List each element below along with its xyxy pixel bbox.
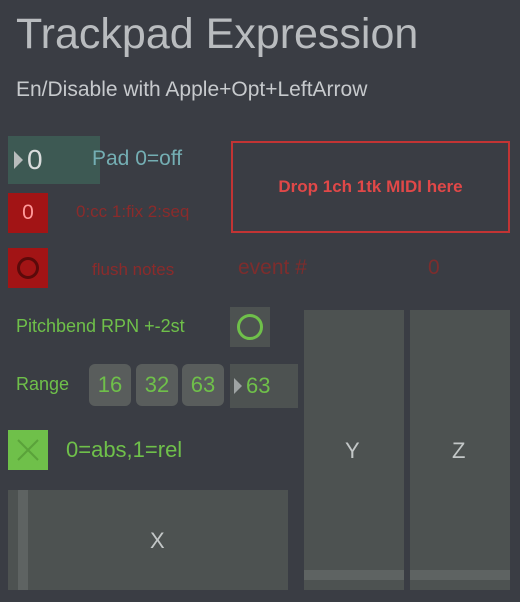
ring-icon: [17, 257, 39, 279]
pitchbend-toggle[interactable]: [230, 307, 270, 347]
y-slider[interactable]: Y: [304, 310, 404, 590]
event-value: 0: [428, 256, 440, 279]
flush-notes-label: flush notes: [92, 260, 175, 279]
abs-rel-toggle[interactable]: [8, 430, 48, 470]
flush-notes-button[interactable]: [8, 248, 48, 288]
triangle-right-icon: [14, 151, 23, 169]
abs-rel-label: 0=abs,1=rel: [66, 437, 183, 462]
triangle-right-icon: [234, 378, 242, 394]
page-subtitle: En/Disable with Apple+Opt+LeftArrow: [16, 78, 368, 101]
page-title: Trackpad Expression: [16, 10, 419, 58]
midi-drop-zone[interactable]: Drop 1ch 1tk MIDI here: [231, 141, 510, 233]
x-slider-label: X: [150, 528, 165, 553]
z-slider-label: Z: [452, 438, 466, 463]
z-slider[interactable]: Z: [410, 310, 510, 590]
y-slider-handle[interactable]: [304, 570, 404, 580]
event-label: event #: [238, 256, 307, 279]
y-slider-label: Y: [345, 438, 360, 463]
drop-zone-label: Drop 1ch 1tk MIDI here: [278, 177, 463, 196]
ring-icon: [237, 314, 263, 340]
mode-label: 0:cc 1:fix 2:seq: [76, 202, 190, 221]
mode-number-box[interactable]: 0: [8, 193, 48, 233]
range-number-box[interactable]: 63: [230, 364, 298, 408]
range-16-button[interactable]: 16: [89, 364, 131, 406]
range-label: Range: [16, 374, 70, 394]
range-number-value: 63: [246, 373, 271, 398]
range-32-button[interactable]: 32: [136, 364, 178, 406]
z-slider-handle[interactable]: [410, 570, 510, 580]
pitchbend-label: Pitchbend RPN +-2st: [16, 316, 185, 336]
x-slider-handle[interactable]: [18, 490, 28, 590]
pad-number-value: 0: [27, 144, 43, 175]
range-63-button[interactable]: 63: [182, 364, 224, 406]
mode-number-value: 0: [22, 201, 34, 224]
pad-label: Pad 0=off: [92, 147, 183, 170]
x-slider[interactable]: X: [8, 490, 288, 590]
pad-number-box[interactable]: 0: [8, 136, 100, 184]
x-mark-icon: [17, 439, 39, 461]
